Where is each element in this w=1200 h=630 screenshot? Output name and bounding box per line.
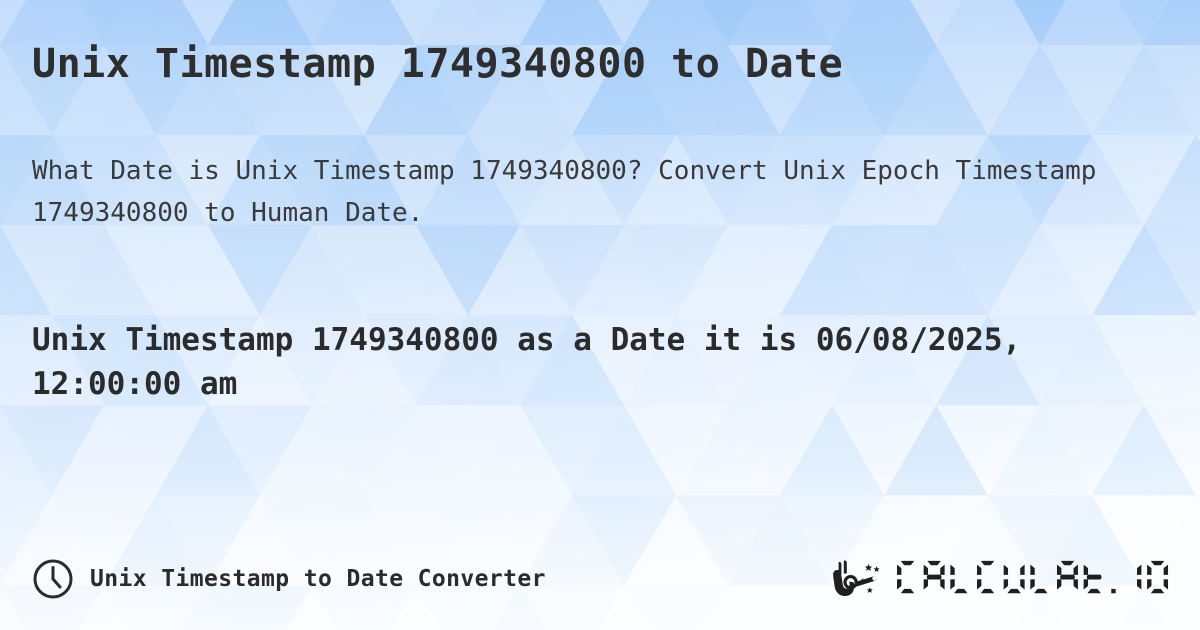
result-text: Unix Timestamp 1749340800 as a Date it i… (32, 322, 1022, 402)
footer: Unix Timestamp to Date Converter (32, 558, 1174, 600)
description-text: What Date is Unix Timestamp 1749340800? … (32, 156, 1097, 228)
brand-logo[interactable]: CALCULAT.IO (829, 558, 1174, 600)
description-block: What Date is Unix Timestamp 1749340800? … (32, 150, 1168, 234)
footer-label: Unix Timestamp to Date Converter (90, 566, 546, 592)
brand-wordmark: CALCULAT.IO (897, 559, 1174, 599)
footer-brand-left: Unix Timestamp to Date Converter (32, 558, 546, 600)
clock-icon (32, 558, 74, 600)
page-title: Unix Timestamp 1749340800 to Date (32, 41, 844, 87)
og-card: Unix Timestamp 1749340800 to Date What D… (0, 0, 1200, 630)
magic-wand-hand-icon (829, 558, 891, 600)
result-block: Unix Timestamp 1749340800 as a Date it i… (32, 318, 1168, 406)
